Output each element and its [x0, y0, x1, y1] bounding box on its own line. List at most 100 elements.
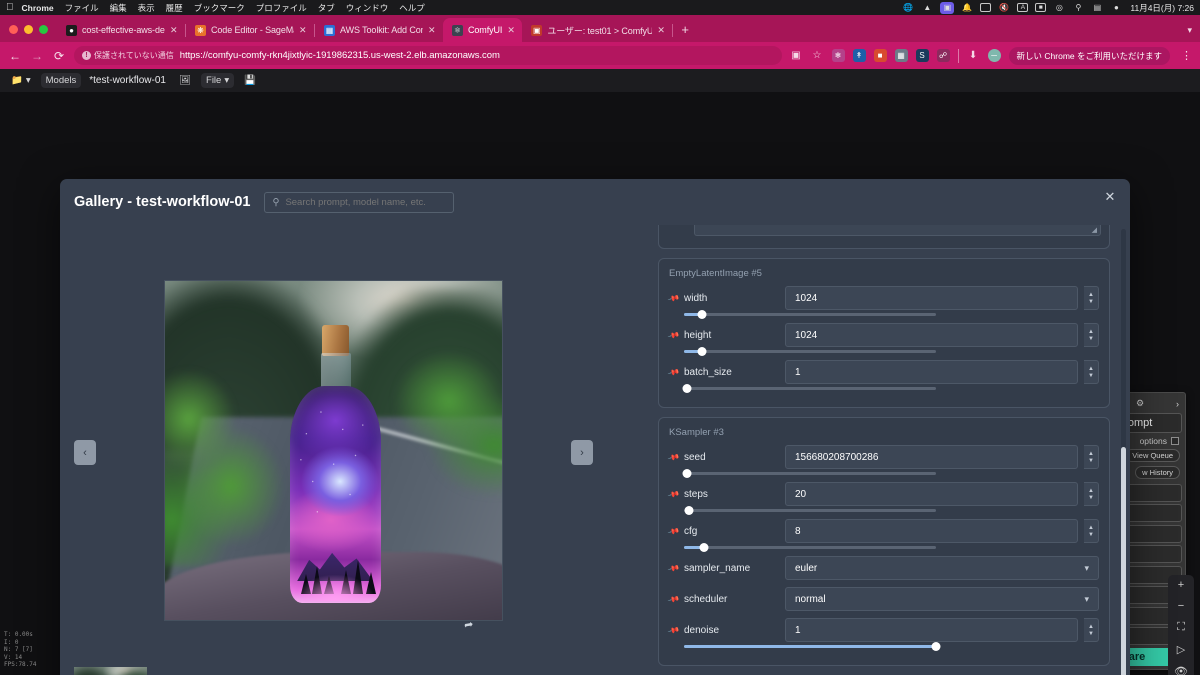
- close-window-button[interactable]: [9, 25, 18, 34]
- cfg-slider[interactable]: [684, 542, 936, 552]
- folder-icon[interactable]: 📁 ▾: [6, 73, 36, 88]
- view-history-button[interactable]: w History: [1135, 466, 1180, 479]
- bookmark-star-icon[interactable]: ☆: [811, 50, 824, 61]
- globe-icon[interactable]: 🌐: [902, 2, 914, 14]
- reload-button[interactable]: ⟳: [52, 49, 66, 63]
- menubar-item-bookmarks[interactable]: ブックマーク: [194, 2, 245, 14]
- forward-button[interactable]: →: [30, 49, 44, 63]
- file-menu-button[interactable]: File ▾: [201, 73, 235, 88]
- back-button[interactable]: ←: [8, 49, 22, 63]
- chevron-down-icon[interactable]: ▾: [1187, 25, 1192, 36]
- pin-icon[interactable]: 📌: [667, 525, 680, 538]
- browser-tab-4[interactable]: ▣ ユーザー: test01 > ComfyUIus ✕: [522, 18, 672, 42]
- chevron-right-icon[interactable]: ›: [1176, 399, 1179, 409]
- maximize-window-button[interactable]: [39, 25, 48, 34]
- height-slider[interactable]: [684, 346, 936, 356]
- slider-knob[interactable]: [684, 505, 694, 515]
- apple-logo-icon[interactable]: : [6, 2, 14, 13]
- gear-icon[interactable]: ⚙: [1136, 398, 1144, 409]
- search-icon[interactable]: ⚲: [1072, 2, 1084, 14]
- gallery-hero-image[interactable]: [164, 280, 503, 621]
- pan-icon[interactable]: ▷: [1177, 643, 1185, 656]
- height-input[interactable]: 1024: [785, 323, 1078, 347]
- slider-knob[interactable]: [931, 641, 941, 651]
- mic-muted-icon[interactable]: 🔇: [998, 2, 1010, 14]
- denoise-input[interactable]: 1: [785, 618, 1078, 642]
- denoise-stepper[interactable]: ▲ ▼: [1084, 618, 1099, 642]
- browser-tab-2[interactable]: ▦ AWS Toolkit: Add Connection ✕: [315, 18, 443, 42]
- image-icon[interactable]: 🖼: [174, 73, 196, 88]
- browser-tab-0-close-icon[interactable]: ✕: [170, 25, 178, 36]
- pin-icon[interactable]: 📌: [667, 562, 680, 575]
- pin-icon[interactable]: 📌: [667, 451, 680, 464]
- toggle-visibility-icon[interactable]: 👁: [1174, 665, 1188, 675]
- pin-icon[interactable]: 📌: [667, 329, 680, 342]
- stepper-down-icon[interactable]: ▼: [1088, 336, 1094, 342]
- width-stepper[interactable]: ▲ ▼: [1084, 286, 1099, 310]
- seed-slider[interactable]: [682, 468, 936, 478]
- menubar-item-window[interactable]: ウィンドウ: [346, 2, 389, 14]
- steps-input[interactable]: 20: [785, 482, 1078, 506]
- chrome-update-promo[interactable]: 新しい Chrome をご利用いただけます: [1008, 46, 1170, 65]
- kebab-menu-icon[interactable]: ⋮: [1178, 49, 1192, 62]
- menubar-item-help[interactable]: ヘルプ: [399, 2, 425, 14]
- stepper-up-icon[interactable]: ▲: [1088, 525, 1094, 531]
- pin-icon[interactable]: 📌: [667, 593, 680, 606]
- menubar-item-history[interactable]: 履歴: [166, 2, 183, 14]
- battery-widget-icon[interactable]: [980, 3, 992, 12]
- screenshare-icon[interactable]: ▣: [940, 1, 955, 14]
- menubar-item-profile[interactable]: プロファイル: [256, 2, 307, 14]
- gallery-close-button[interactable]: ✕: [1100, 187, 1120, 207]
- checkbox-icon[interactable]: [1171, 437, 1179, 445]
- extension-s-icon[interactable]: S: [915, 49, 929, 62]
- minimize-window-button[interactable]: [24, 25, 33, 34]
- extension-color-icon[interactable]: ■: [873, 49, 887, 62]
- fit-view-icon[interactable]: ⛶: [1177, 621, 1185, 634]
- scheduler-select[interactable]: normal ▾: [785, 587, 1099, 611]
- stepper-up-icon[interactable]: ▲: [1088, 451, 1094, 457]
- height-stepper[interactable]: ▲ ▼: [1084, 323, 1099, 347]
- models-button[interactable]: Models: [40, 73, 82, 88]
- dropbox-icon[interactable]: ▲: [921, 2, 933, 14]
- pin-icon[interactable]: 📌: [667, 292, 680, 305]
- resize-grip-icon[interactable]: ◢: [1092, 226, 1097, 234]
- params-scrollbar-track[interactable]: [1121, 229, 1126, 675]
- sampler-name-select[interactable]: euler ▾: [785, 556, 1099, 580]
- download-icon[interactable]: ⬇: [967, 50, 980, 61]
- stepper-up-icon[interactable]: ▲: [1088, 488, 1094, 494]
- profile-avatar-icon[interactable]: ─: [987, 49, 1001, 62]
- translate-icon[interactable]: ▣: [790, 50, 803, 61]
- extension-card-icon[interactable]: ▦: [894, 49, 908, 62]
- browser-tab-3-active[interactable]: ⚛ ComfyUI ✕: [443, 18, 523, 42]
- cfg-stepper[interactable]: ▲ ▼: [1084, 519, 1099, 543]
- zoom-in-icon[interactable]: +: [1178, 579, 1184, 591]
- params-scrollbar-thumb[interactable]: [1121, 447, 1126, 675]
- pin-icon[interactable]: 📌: [667, 488, 680, 501]
- batch-size-slider[interactable]: [682, 383, 936, 393]
- steps-stepper[interactable]: ▲ ▼: [1084, 482, 1099, 506]
- slider-knob[interactable]: [682, 468, 692, 478]
- gallery-search-box[interactable]: ⚲: [264, 191, 455, 213]
- menubar-app-name[interactable]: Chrome: [22, 3, 54, 13]
- stepper-down-icon[interactable]: ▼: [1088, 631, 1094, 637]
- slider-knob[interactable]: [697, 309, 707, 319]
- address-bar[interactable]: ! 保護されていない通信 https://comfyu-comfy-rkn4ji…: [74, 46, 782, 65]
- control-center-icon[interactable]: ▤: [1091, 2, 1103, 14]
- not-secure-badge[interactable]: ! 保護されていない通信: [82, 50, 174, 61]
- input-source-icon[interactable]: A: [1017, 3, 1029, 12]
- zoom-out-icon[interactable]: −: [1178, 600, 1184, 612]
- pin-icon[interactable]: 📌: [667, 366, 680, 379]
- bell-icon[interactable]: 🔔: [961, 2, 973, 14]
- batch-size-stepper[interactable]: ▲ ▼: [1084, 360, 1099, 384]
- stepper-up-icon[interactable]: ▲: [1088, 329, 1094, 335]
- gallery-thumbnail-0[interactable]: [74, 667, 147, 675]
- chevron-down-icon[interactable]: ▾: [1084, 594, 1089, 605]
- stepper-down-icon[interactable]: ▼: [1088, 373, 1094, 379]
- slider-knob[interactable]: [699, 542, 709, 552]
- extension-t-icon[interactable]: ↟: [852, 49, 866, 62]
- chevron-down-icon[interactable]: ▾: [1084, 563, 1089, 574]
- seed-stepper[interactable]: ▲ ▼: [1084, 445, 1099, 469]
- browser-tab-4-close-icon[interactable]: ✕: [657, 25, 665, 36]
- browser-tab-3-close-icon[interactable]: ✕: [507, 25, 515, 36]
- browser-tab-2-close-icon[interactable]: ✕: [428, 25, 436, 36]
